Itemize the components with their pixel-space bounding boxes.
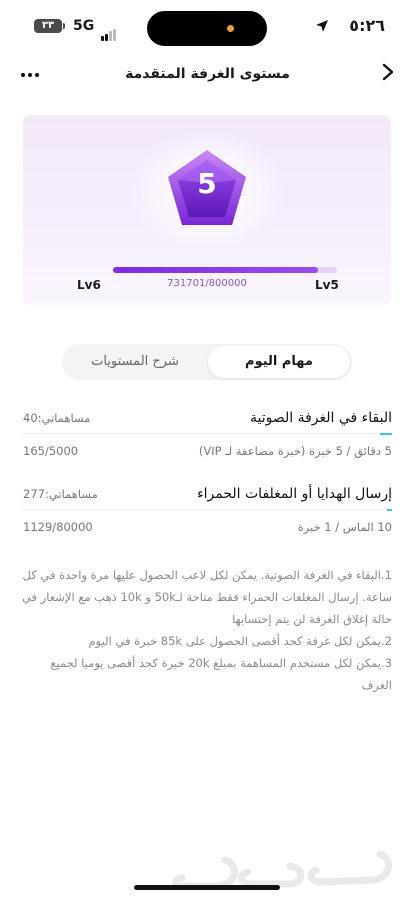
status-time: ٥:٢٦ bbox=[349, 16, 385, 35]
task-contribution: مساهماتي:40 bbox=[23, 411, 91, 425]
task-progress-fill bbox=[379, 433, 392, 435]
more-options-icon[interactable] bbox=[20, 62, 40, 83]
rules-notes: 1.البقاء في الغرفة الصوتية. يمكن لكل لاع… bbox=[20, 564, 392, 696]
battery-icon: ٣٣ bbox=[34, 19, 62, 33]
signal-bars-icon bbox=[101, 22, 117, 41]
task-progress-bar bbox=[22, 433, 392, 435]
tab-daily-tasks[interactable]: مهام اليوم bbox=[208, 346, 350, 378]
note-item: 2.يمكن لكل غرفة كحد أقصى الحصول على 85k … bbox=[88, 634, 392, 648]
task-count: 165/5000 bbox=[23, 444, 79, 458]
note-item: 3.يمكن لكل مستخدم المساهمة بمبلغ 20k خبر… bbox=[50, 656, 392, 692]
network-type: 5G bbox=[73, 18, 95, 34]
level-badge-number: 5 bbox=[197, 167, 217, 200]
dynamic-island bbox=[147, 11, 267, 46]
level-progress-fill bbox=[113, 267, 318, 273]
page-title: مستوى الغرفة المتقدمة bbox=[125, 66, 290, 82]
task-reward: 10 الماس / 1 خبرة bbox=[297, 520, 392, 534]
task-count: 1129/80000 bbox=[23, 520, 93, 534]
battery-tip bbox=[63, 23, 65, 29]
note-item: 1.البقاء في الغرفة الصوتية. يمكن لكل لاع… bbox=[21, 568, 392, 626]
home-indicator[interactable] bbox=[134, 885, 280, 890]
task-title: البقاء في الغرفة الصوتية bbox=[249, 410, 392, 426]
camera-indicator bbox=[227, 25, 234, 32]
status-bar: ٥:٢٦ ٣٣ 5G bbox=[0, 0, 415, 58]
task-contribution: مساهماتي:277 bbox=[23, 487, 98, 501]
tab-levels-explanation[interactable]: شرح المستويات bbox=[64, 346, 206, 378]
level-card: 5 Lv6 731701/800000 Lv5 bbox=[23, 115, 391, 305]
task-reward: 5 دقائق / 5 خبرة (خبرة مضاعفة لـ VIP) bbox=[198, 444, 392, 458]
level-progress-bar bbox=[113, 267, 337, 273]
task-title: إرسال الهدايا أو المغلفات الحمراء bbox=[197, 486, 392, 502]
current-level-label: Lv5 bbox=[315, 278, 339, 292]
task-progress-fill bbox=[386, 509, 392, 511]
task-progress-bar bbox=[22, 509, 392, 511]
location-arrow-icon bbox=[316, 20, 328, 32]
tab-bar: مهام اليوم شرح المستويات bbox=[62, 344, 352, 380]
